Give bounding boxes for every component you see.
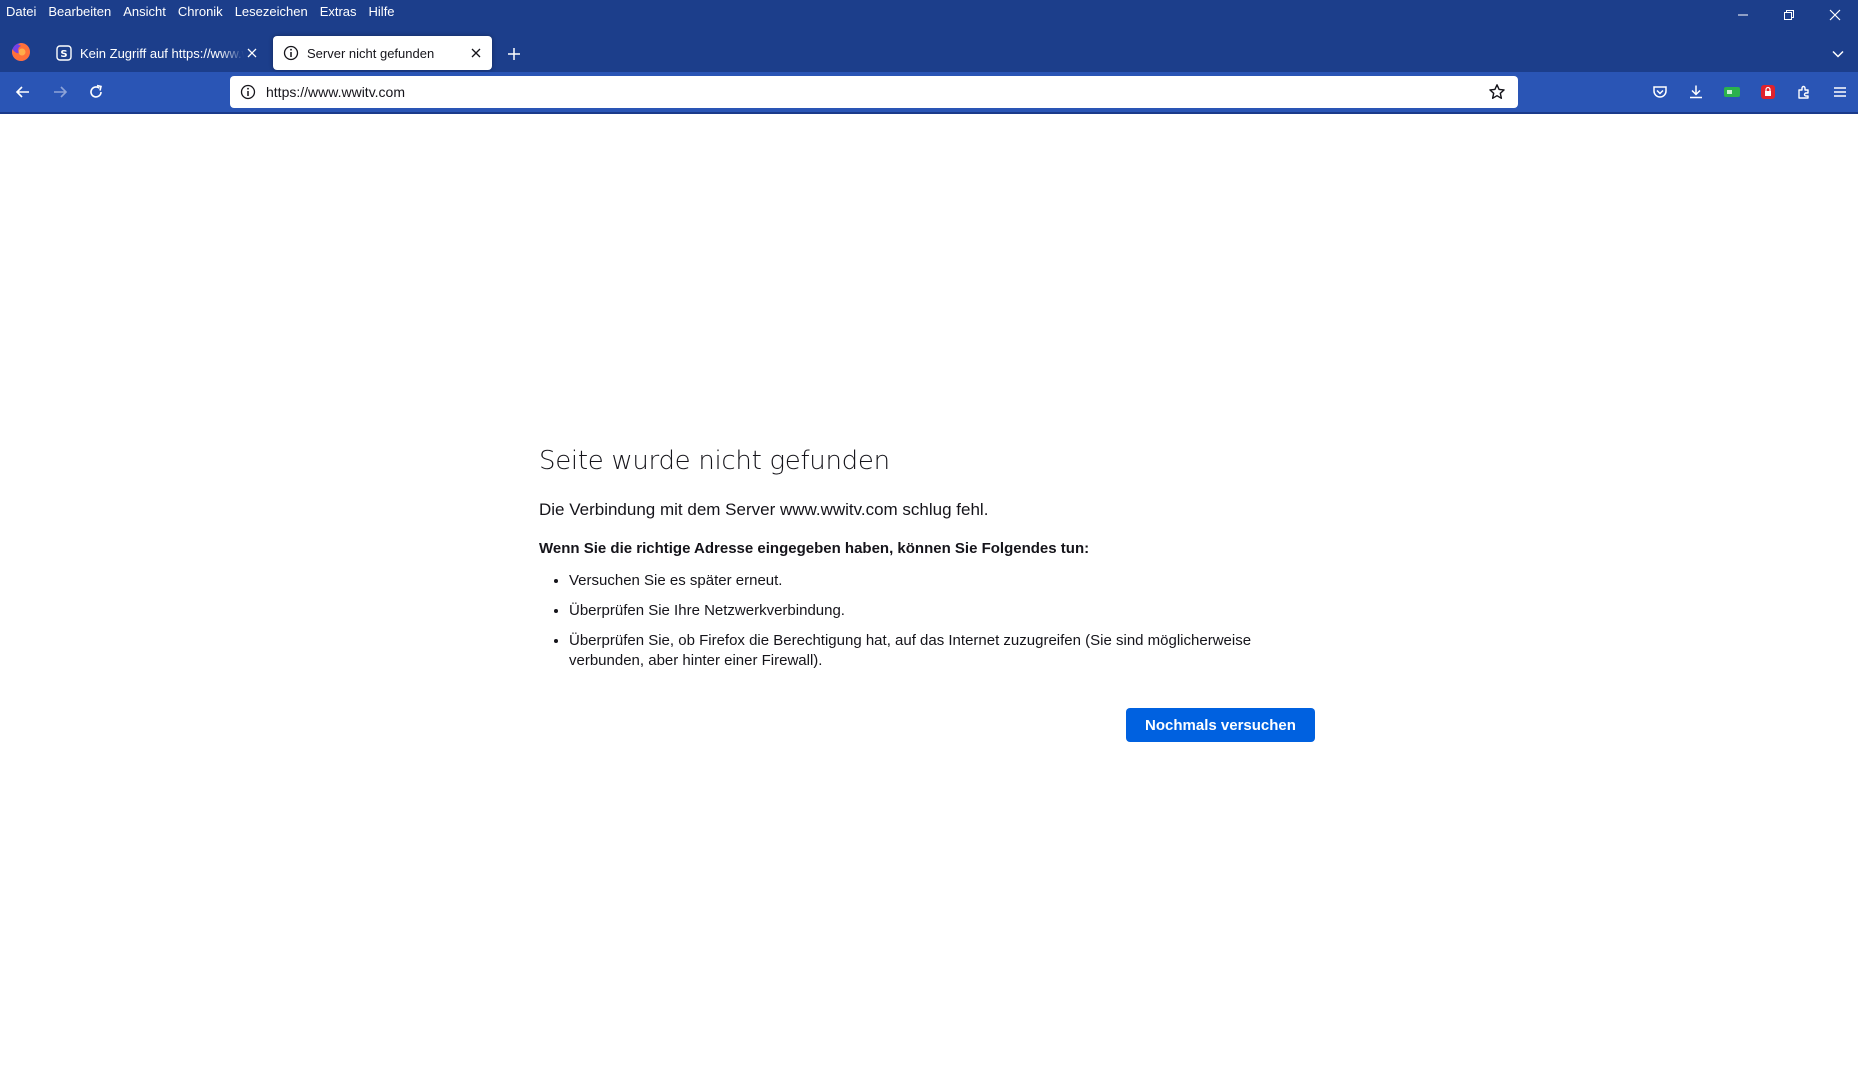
site-favicon-icon: S — [56, 45, 72, 61]
menu-item-extras[interactable]: Extras — [320, 4, 357, 19]
pocket-button[interactable] — [1642, 78, 1678, 106]
firefox-logo — [10, 41, 32, 63]
url-input[interactable]: https://www.wwitv.com — [266, 84, 1488, 100]
menu-bar: Datei Bearbeiten Ansicht Chronik Lesezei… — [0, 0, 1718, 22]
restore-icon — [1784, 10, 1794, 20]
forward-icon — [54, 86, 68, 98]
plus-icon — [508, 48, 520, 60]
list-item: Versuchen Sie es später erneut. — [569, 571, 1319, 591]
suggestion-list: Versuchen Sie es später erneut. Überprüf… — [539, 571, 1319, 671]
menu-item-bearbeiten[interactable]: Bearbeiten — [48, 4, 111, 19]
error-description: Die Verbindung mit dem Server www.wwitv.… — [539, 500, 989, 519]
extensions-icon — [1798, 85, 1809, 99]
tab-close-button[interactable] — [468, 45, 484, 61]
chevron-down-icon — [1832, 50, 1844, 58]
download-icon — [1690, 85, 1702, 99]
restore-button[interactable] — [1766, 0, 1812, 30]
error-page: Seite wurde nicht gefunden Die Verbindun… — [539, 446, 1319, 742]
page-title: Seite wurde nicht gefunden — [539, 446, 890, 476]
tab-list-button[interactable] — [1826, 42, 1850, 66]
menu-item-hilfe[interactable]: Hilfe — [369, 4, 395, 19]
menu-item-lesezeichen[interactable]: Lesezeichen — [235, 4, 308, 19]
reload-button[interactable] — [82, 78, 110, 106]
close-icon — [1829, 9, 1841, 21]
extensions-button[interactable] — [1786, 78, 1822, 106]
extension-red-icon — [1761, 85, 1775, 99]
window-controls — [1720, 0, 1858, 30]
error-hint: Wenn Sie die richtige Adresse eingegeben… — [539, 540, 1090, 557]
tab-server-nicht-gefunden[interactable]: Server nicht gefunden — [273, 36, 492, 70]
pocket-icon — [1653, 86, 1667, 98]
app-menu-button[interactable] — [1822, 78, 1858, 106]
menu-item-datei[interactable]: Datei — [6, 4, 36, 19]
info-icon — [283, 45, 299, 61]
svg-text:S: S — [60, 49, 67, 60]
minimize-icon — [1738, 14, 1748, 16]
back-button[interactable] — [9, 78, 37, 106]
firefox-icon — [11, 43, 30, 61]
reload-icon — [90, 84, 102, 98]
navigation-toolbar: https://www.wwitv.com — [0, 72, 1858, 114]
close-icon — [247, 48, 257, 58]
menu-icon — [1834, 87, 1846, 97]
minimize-button[interactable] — [1720, 0, 1766, 30]
tab-label: Kein Zugriff auf https://www.wwitv.com — [80, 45, 244, 61]
browser-chrome: Datei Bearbeiten Ansicht Chronik Lesezei… — [0, 0, 1858, 114]
star-icon[interactable] — [1488, 83, 1506, 101]
new-tab-button[interactable] — [502, 42, 526, 66]
menu-item-chronik[interactable]: Chronik — [178, 4, 223, 19]
downloads-button[interactable] — [1678, 78, 1714, 106]
tab-label: Server nicht gefunden — [307, 45, 435, 61]
close-icon — [471, 48, 481, 58]
extension-green-icon — [1724, 87, 1740, 97]
back-icon — [15, 86, 29, 98]
retry-button[interactable]: Nochmals versuchen — [1126, 708, 1315, 742]
tab-bar: S Kein Zugriff auf https://www.wwitv.com… — [0, 34, 1858, 70]
url-bar[interactable]: https://www.wwitv.com — [230, 76, 1518, 108]
list-item: Überprüfen Sie Ihre Netzwerkverbindung. — [569, 601, 1319, 621]
tab-close-button[interactable] — [244, 45, 260, 61]
menu-item-ansicht[interactable]: Ansicht — [123, 4, 166, 19]
info-icon[interactable] — [240, 84, 256, 100]
tab-kein-zugriff[interactable]: S Kein Zugriff auf https://www.wwitv.com — [46, 36, 268, 70]
list-item: Überprüfen Sie, ob Firefox die Berechtig… — [569, 631, 1319, 671]
window-close-button[interactable] — [1812, 0, 1858, 30]
extension-green-button[interactable] — [1714, 78, 1750, 106]
extension-red-button[interactable] — [1750, 78, 1786, 106]
toolbar-right — [1642, 78, 1858, 106]
forward-button[interactable] — [46, 78, 74, 106]
